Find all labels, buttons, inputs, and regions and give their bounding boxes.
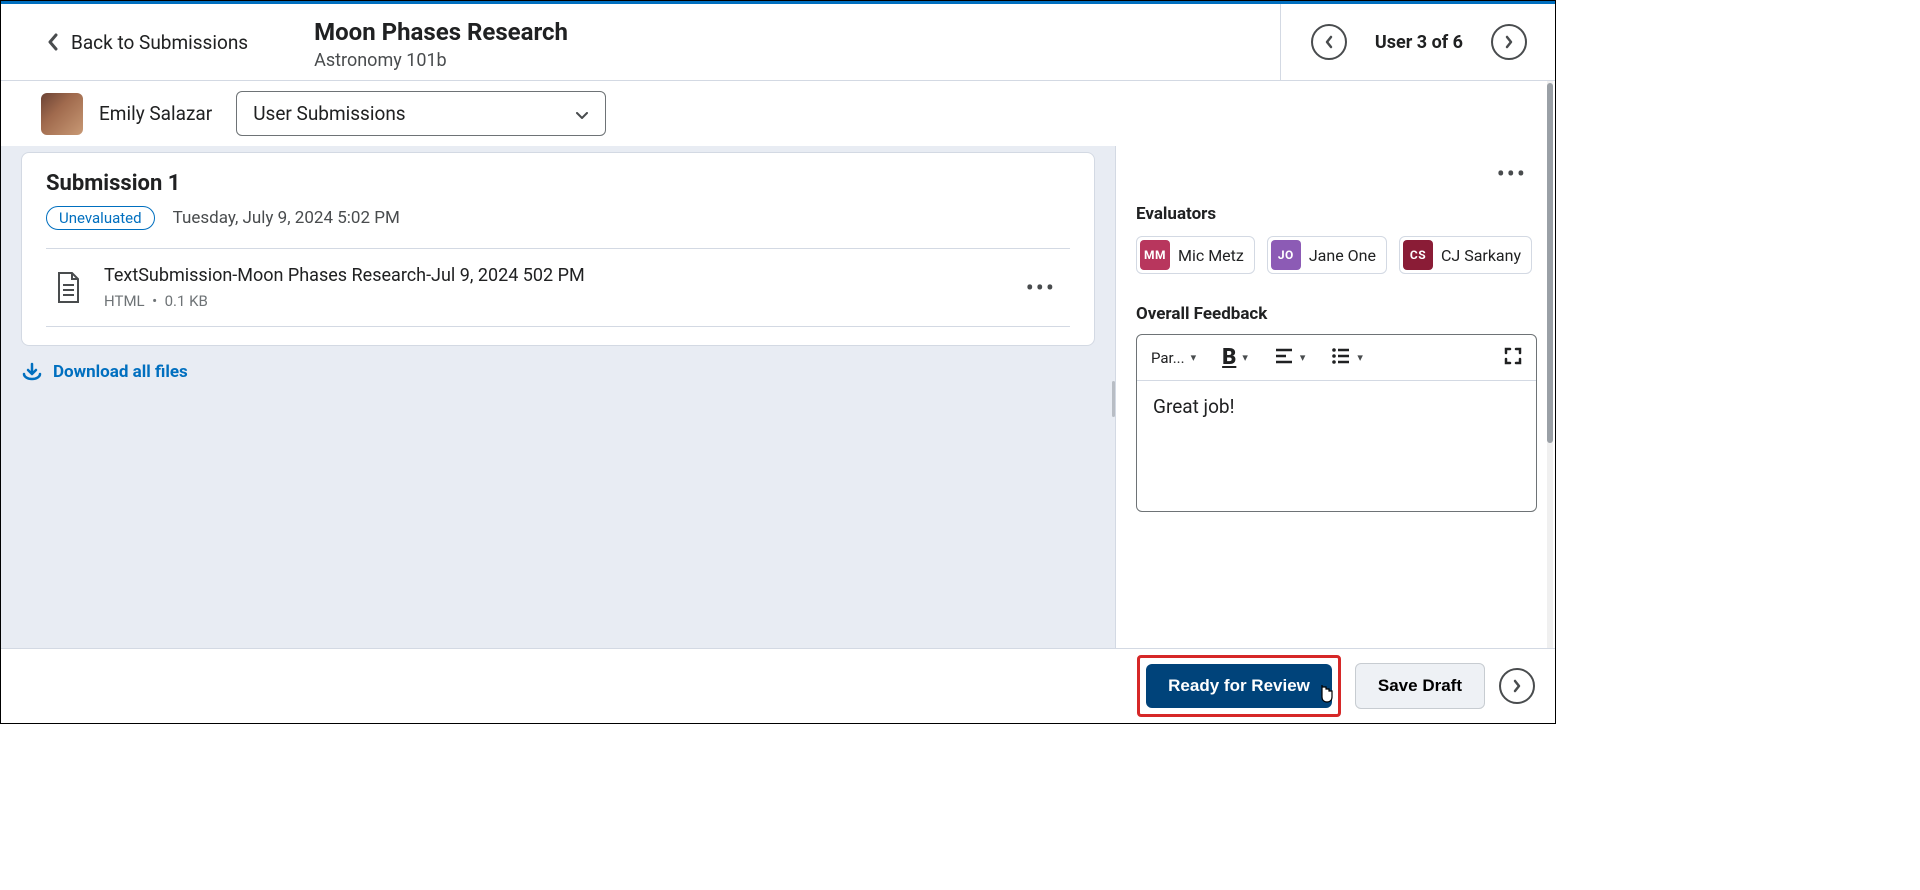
scrollbar-thumb[interactable] bbox=[1547, 83, 1553, 443]
file-dot: • bbox=[152, 292, 157, 310]
chevron-down-icon: ▾ bbox=[1357, 351, 1363, 364]
bold-tool[interactable]: B ▾ bbox=[1222, 345, 1248, 370]
evaluator-chip[interactable]: JO Jane One bbox=[1267, 236, 1387, 274]
list-tool[interactable]: ▾ bbox=[1331, 348, 1363, 368]
evaluator-avatar: JO bbox=[1271, 240, 1301, 270]
user-pager: User 3 of 6 bbox=[1280, 4, 1555, 80]
main-content: Submission 1 Unevaluated Tuesday, July 9… bbox=[1, 146, 1555, 651]
chevron-down-icon: ▾ bbox=[1191, 351, 1197, 364]
submission-title: Submission 1 bbox=[46, 171, 1070, 196]
bold-icon: B bbox=[1222, 345, 1236, 370]
submission-datetime: Tuesday, July 9, 2024 5:02 PM bbox=[173, 208, 400, 228]
submission-meta: Unevaluated Tuesday, July 9, 2024 5:02 P… bbox=[46, 206, 1070, 230]
page-subtitle: Astronomy 101b bbox=[314, 50, 1280, 71]
document-icon bbox=[54, 271, 82, 305]
file-info: TextSubmission-Moon Phases Research-Jul … bbox=[104, 265, 998, 310]
file-name: TextSubmission-Moon Phases Research-Jul … bbox=[104, 265, 998, 286]
evaluator-name: Mic Metz bbox=[1178, 246, 1244, 265]
expand-icon bbox=[1504, 347, 1522, 369]
panel-actions-menu[interactable]: ••• bbox=[1491, 160, 1533, 188]
feedback-textarea[interactable]: Great job! bbox=[1137, 381, 1536, 511]
download-label: Download all files bbox=[53, 362, 188, 382]
evaluators-heading: Evaluators bbox=[1136, 204, 1537, 224]
submissions-dropdown[interactable]: User Submissions bbox=[236, 91, 606, 136]
title-block: Moon Phases Research Astronomy 101b bbox=[274, 4, 1280, 80]
status-badge: Unevaluated bbox=[46, 206, 155, 230]
page-title: Moon Phases Research bbox=[314, 18, 1280, 46]
list-icon bbox=[1331, 348, 1351, 368]
next-button[interactable] bbox=[1499, 668, 1535, 704]
back-to-submissions-link[interactable]: Back to Submissions bbox=[1, 4, 274, 80]
highlight-callout: Ready for Review bbox=[1137, 655, 1341, 717]
file-size: 0.1 KB bbox=[165, 292, 208, 310]
header-bar: Back to Submissions Moon Phases Research… bbox=[1, 1, 1555, 81]
user-count-label: User 3 of 6 bbox=[1375, 32, 1463, 53]
evaluation-panel: ••• Evaluators MM Mic Metz JO Jane One C… bbox=[1115, 146, 1555, 651]
footer-bar: Ready for Review Save Draft bbox=[1, 648, 1555, 723]
evaluator-chip[interactable]: MM Mic Metz bbox=[1136, 236, 1255, 274]
cursor-icon bbox=[1316, 683, 1334, 710]
feedback-heading: Overall Feedback bbox=[1136, 304, 1537, 324]
chevron-down-icon: ▾ bbox=[1242, 351, 1248, 364]
dropdown-label: User Submissions bbox=[253, 102, 405, 125]
evaluator-avatar: MM bbox=[1140, 240, 1170, 270]
chevron-down-icon: ▾ bbox=[1300, 351, 1306, 364]
top-accent-border bbox=[1, 1, 1555, 4]
feedback-editor: Par... ▾ B ▾ ▾ bbox=[1136, 334, 1537, 512]
evaluators-list: MM Mic Metz JO Jane One CS CJ Sarkany bbox=[1136, 236, 1537, 274]
evaluator-name: Jane One bbox=[1309, 246, 1376, 265]
paragraph-style-tool[interactable]: Par... ▾ bbox=[1151, 349, 1196, 367]
align-icon bbox=[1274, 348, 1294, 368]
paragraph-label: Par... bbox=[1151, 349, 1185, 367]
chevron-left-icon bbox=[47, 33, 59, 51]
student-avatar bbox=[41, 93, 83, 135]
download-all-files-link[interactable]: Download all files bbox=[21, 362, 1095, 382]
ready-for-review-button[interactable]: Ready for Review bbox=[1146, 664, 1332, 708]
next-user-button[interactable] bbox=[1491, 24, 1527, 60]
submission-card: Submission 1 Unevaluated Tuesday, July 9… bbox=[21, 152, 1095, 346]
editor-toolbar: Par... ▾ B ▾ ▾ bbox=[1137, 335, 1536, 381]
submission-panel: Submission 1 Unevaluated Tuesday, July 9… bbox=[1, 146, 1115, 651]
evaluator-name: CJ Sarkany bbox=[1441, 246, 1521, 265]
file-meta: HTML • 0.1 KB bbox=[104, 292, 998, 310]
file-row[interactable]: TextSubmission-Moon Phases Research-Jul … bbox=[46, 248, 1070, 327]
save-draft-button[interactable]: Save Draft bbox=[1355, 663, 1485, 709]
evaluator-chip[interactable]: CS CJ Sarkany bbox=[1399, 236, 1532, 274]
student-name: Emily Salazar bbox=[99, 102, 212, 125]
prev-user-button[interactable] bbox=[1311, 24, 1347, 60]
evaluator-avatar: CS bbox=[1403, 240, 1433, 270]
subheader-bar: Emily Salazar User Submissions bbox=[1, 81, 1555, 146]
chevron-down-icon bbox=[575, 102, 589, 125]
align-tool[interactable]: ▾ bbox=[1274, 348, 1306, 368]
primary-button-label: Ready for Review bbox=[1168, 676, 1310, 695]
back-label: Back to Submissions bbox=[71, 31, 248, 54]
fullscreen-tool[interactable] bbox=[1504, 347, 1522, 369]
file-type: HTML bbox=[104, 292, 145, 310]
file-actions-menu[interactable]: ••• bbox=[1020, 274, 1062, 302]
